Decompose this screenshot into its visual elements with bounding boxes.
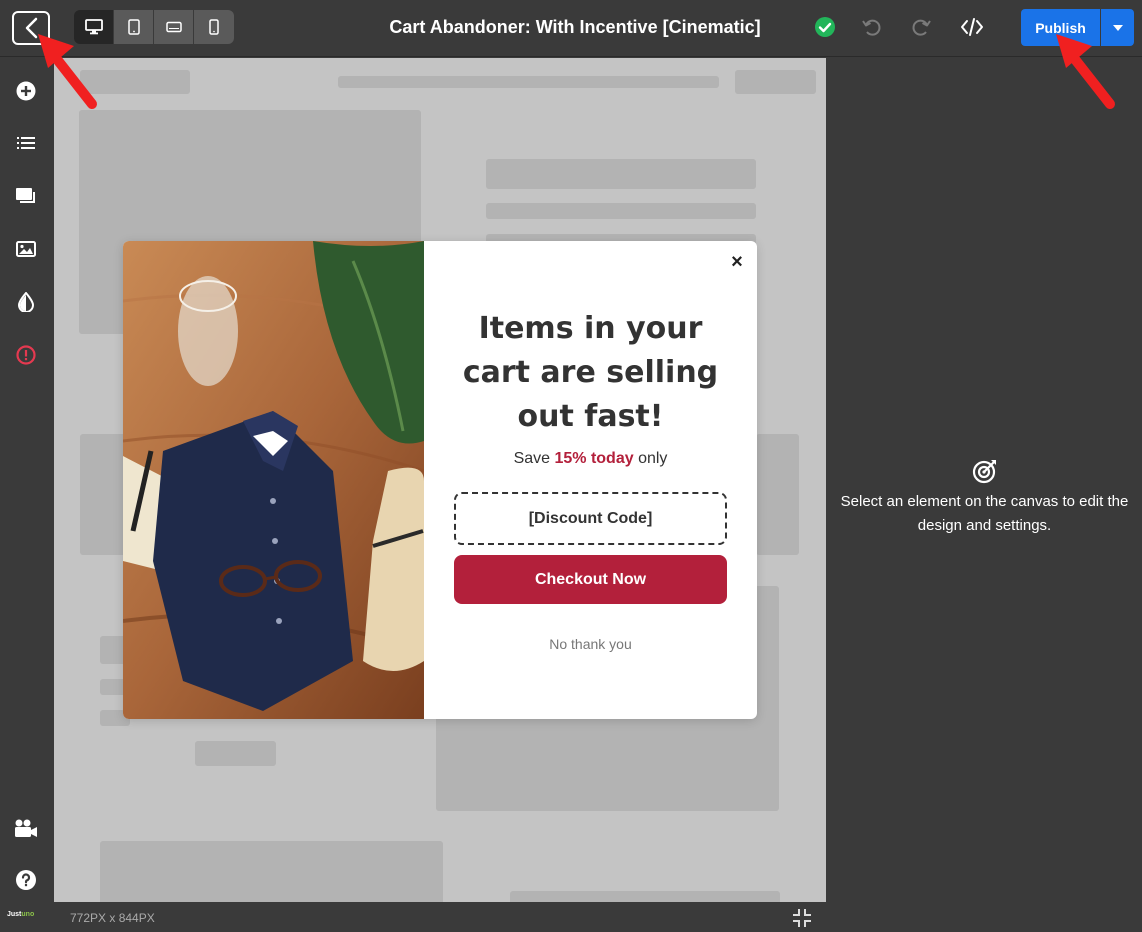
collapse-icon[interactable] [792, 908, 812, 928]
add-icon [16, 81, 36, 101]
help-button[interactable] [14, 868, 38, 892]
checkout-button[interactable]: Checkout Now [454, 555, 727, 604]
popup-subheadline[interactable]: Save 15% today only [444, 450, 737, 468]
empty-selection-message: Select an element on the canvas to edit … [840, 493, 1129, 534]
subheadline-prefix: Save [513, 450, 555, 467]
tablet-view-button[interactable] [114, 10, 154, 44]
tablet-icon [127, 19, 140, 35]
product-photo[interactable] [123, 241, 424, 719]
canvas-dimensions: 772PX x 844PX [70, 911, 155, 925]
undo-icon [862, 19, 881, 36]
target-icon [972, 460, 996, 484]
placeholder-block [100, 841, 443, 902]
saved-status [812, 14, 838, 40]
mobile-view-button[interactable] [194, 10, 234, 44]
tablet-landscape-view-button[interactable] [154, 10, 194, 44]
undo-button[interactable] [859, 14, 885, 40]
subheadline-suffix: only [633, 450, 668, 467]
placeholder-block [510, 891, 780, 902]
check-circle-icon [815, 17, 835, 37]
pages-button[interactable] [14, 184, 38, 208]
left-toolbar: Justuno [0, 58, 54, 932]
settings-panel: Select an element on the canvas to edit … [827, 58, 1142, 932]
popup-headline[interactable]: Items in your cart are selling out fast! [444, 307, 737, 439]
code-view-button[interactable] [959, 14, 985, 40]
discount-code-box[interactable]: [Discount Code] [454, 492, 727, 545]
theme-button[interactable] [14, 290, 38, 314]
redo-button[interactable] [908, 14, 934, 40]
video-camera-icon [15, 819, 37, 837]
top-bar: Cart Abandoner: With Incentive [Cinemati… [0, 0, 1142, 57]
campaign-title: Cart Abandoner: With Incentive [Cinemati… [389, 17, 761, 37]
placeholder-block [486, 203, 756, 219]
discount-highlight: 15% today [554, 450, 634, 467]
alert-icon [16, 345, 36, 365]
image-icon [16, 241, 36, 257]
mobile-icon [209, 19, 219, 35]
code-icon [961, 18, 983, 36]
brand-logo: Justuno [7, 911, 34, 918]
close-popup-button[interactable]: × [727, 252, 747, 272]
layers-list-button[interactable] [14, 131, 38, 155]
warnings-button[interactable] [14, 343, 38, 367]
redo-icon [912, 19, 931, 36]
annotation-arrow-publish [1056, 34, 1115, 109]
images-button[interactable] [14, 237, 38, 261]
placeholder-block [486, 159, 756, 189]
placeholder-block [735, 70, 816, 94]
brand-suffix: uno [21, 911, 35, 918]
editor-app: Cart Abandoner: With Incentive [Cinemati… [0, 0, 1142, 932]
placeholder-block [338, 76, 719, 88]
placeholder-block [756, 434, 799, 555]
popup-preview[interactable]: × Items in your cart are selling out fas… [123, 241, 757, 719]
help-icon [16, 870, 36, 890]
placeholder-block [195, 741, 276, 766]
annotation-arrow-back [38, 34, 97, 109]
contrast-icon [18, 292, 34, 312]
list-icon [17, 137, 35, 149]
layers-icon [16, 188, 35, 203]
preview-button[interactable] [14, 816, 38, 840]
brand-prefix: Just [7, 911, 22, 918]
decline-link[interactable]: No thank you [444, 636, 737, 652]
canvas-status-bar: 772PX x 844PX [54, 902, 826, 932]
tablet-landscape-icon [165, 21, 182, 33]
